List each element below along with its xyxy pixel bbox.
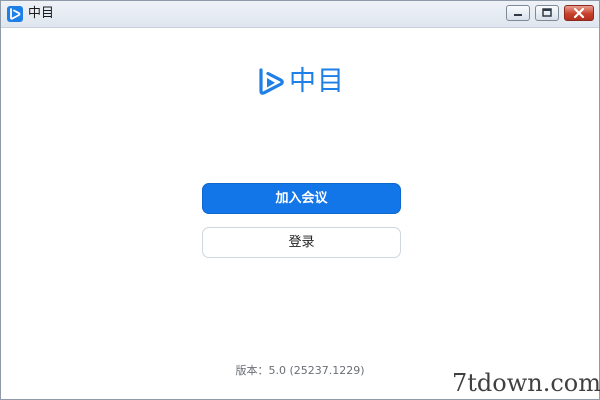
- close-button[interactable]: [564, 5, 594, 21]
- close-icon: [573, 7, 585, 19]
- logo-text: 中目: [289, 66, 345, 97]
- watermark: 7tdown.com: [452, 369, 600, 397]
- zhongmu-logo-icon: [259, 68, 284, 95]
- app-window: 中目 中目 加入会议 登录 版本：5.0 (25237.1229): [0, 0, 600, 400]
- minimize-button[interactable]: [506, 5, 530, 21]
- app-logo: 中目: [256, 65, 346, 99]
- login-button[interactable]: 登录: [202, 227, 401, 258]
- app-icon: [7, 6, 23, 22]
- maximize-button[interactable]: [535, 5, 559, 21]
- minimize-icon: [514, 14, 522, 16]
- join-meeting-button[interactable]: 加入会议: [202, 183, 401, 214]
- title-bar[interactable]: 中目: [1, 1, 599, 28]
- window-title: 中目: [28, 6, 55, 21]
- maximize-icon: [542, 8, 552, 17]
